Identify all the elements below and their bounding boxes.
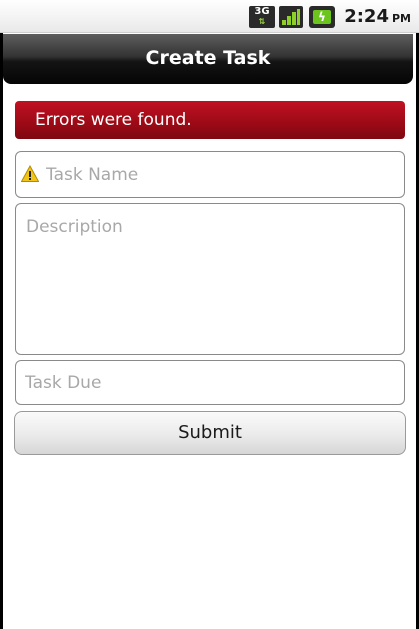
- submit-button[interactable]: Submit: [14, 411, 406, 455]
- title-bar: Create Task: [3, 34, 413, 84]
- clock-time: 2:24: [344, 6, 389, 27]
- warning-icon: [21, 165, 39, 182]
- task-name-input[interactable]: [15, 151, 405, 198]
- battery-charging-icon: ϟ: [309, 6, 335, 28]
- page-title: Create Task: [145, 47, 271, 69]
- error-banner: Errors were found.: [15, 101, 405, 139]
- network-type-label: 3G: [254, 6, 270, 17]
- 3g-data-icon: 3G ⇅: [249, 6, 275, 28]
- data-activity-arrows: ⇅: [258, 17, 266, 26]
- description-input[interactable]: [15, 203, 405, 355]
- task-due-input[interactable]: [15, 360, 405, 405]
- signal-strength-icon: [279, 6, 303, 28]
- clock: 2:24 PM: [344, 5, 411, 31]
- clock-ampm: PM: [391, 12, 411, 25]
- error-message: Errors were found.: [35, 110, 192, 130]
- status-bar: 3G ⇅ ϟ 2:24 PM: [0, 0, 419, 33]
